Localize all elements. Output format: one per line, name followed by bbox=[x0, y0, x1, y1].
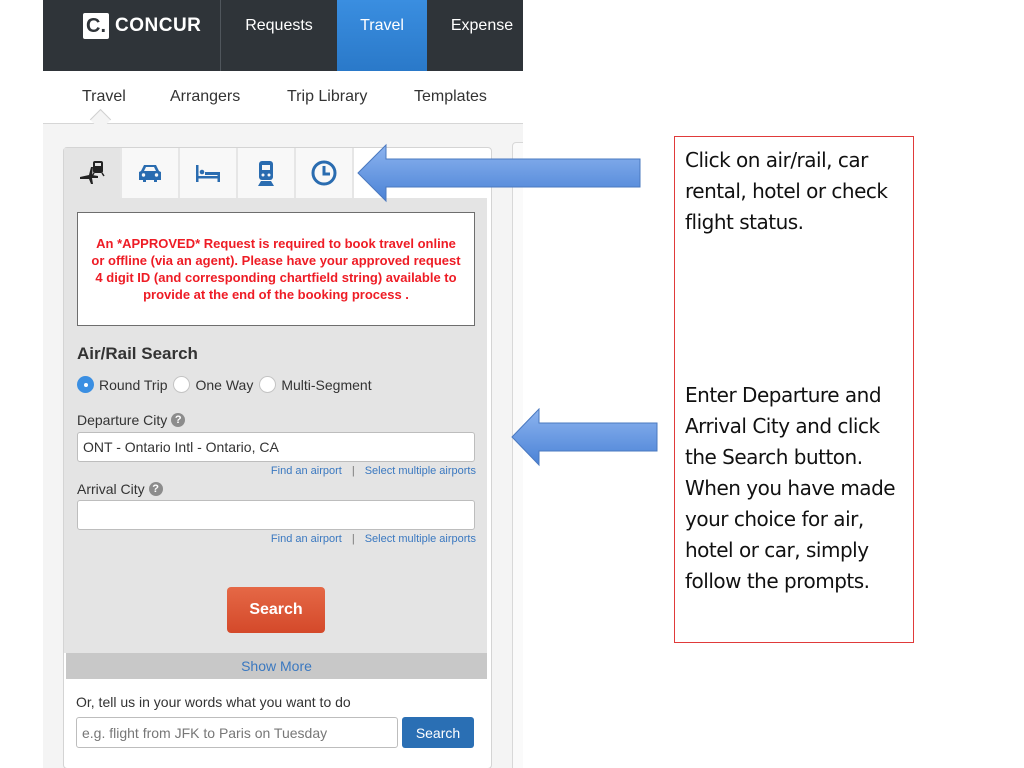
find-airport-link[interactable]: Find an airport bbox=[271, 465, 342, 477]
top-navigation-bar: C. CONCUR Requests Travel Expense bbox=[43, 0, 523, 71]
arrow-to-city-fields bbox=[511, 408, 658, 467]
radio-multi-segment[interactable] bbox=[259, 376, 277, 393]
radio-round-trip-label[interactable]: Round Trip bbox=[99, 377, 167, 393]
instruction-callout-box: Click on air/rail, car rental, hotel or … bbox=[674, 136, 914, 643]
logo-text: CONCUR bbox=[115, 15, 202, 36]
logo-mark: C. bbox=[83, 13, 109, 39]
booking-type-tabs bbox=[64, 148, 354, 198]
link-separator: | bbox=[351, 533, 355, 545]
radio-one-way[interactable] bbox=[173, 376, 191, 393]
subnav-travel[interactable]: Travel bbox=[82, 88, 126, 106]
air-rail-icon bbox=[80, 161, 105, 184]
tab-flight-status[interactable] bbox=[296, 148, 354, 198]
subnav-arrangers[interactable]: Arrangers bbox=[170, 88, 240, 106]
departure-city-label-text: Departure City bbox=[77, 412, 168, 428]
tab-rail[interactable] bbox=[238, 148, 296, 198]
air-rail-search-panel: An *APPROVED* Request is required to boo… bbox=[64, 198, 487, 653]
radio-one-way-label[interactable]: One Way bbox=[195, 377, 253, 393]
tab-hotel[interactable] bbox=[180, 148, 238, 198]
concur-screenshot: C. CONCUR Requests Travel Expense Travel… bbox=[43, 0, 523, 768]
booking-card: An *APPROVED* Request is required to boo… bbox=[63, 147, 492, 768]
show-more-link[interactable]: Show More bbox=[66, 653, 487, 679]
natural-language-search-button[interactable]: Search bbox=[402, 717, 474, 748]
departure-city-input[interactable] bbox=[77, 432, 475, 462]
sub-navigation: Travel Arrangers Trip Library Templates bbox=[43, 71, 523, 124]
subnav-templates[interactable]: Templates bbox=[414, 88, 487, 106]
train-icon bbox=[258, 161, 274, 186]
radio-multi-segment-label[interactable]: Multi-Segment bbox=[281, 377, 371, 393]
arrival-city-input[interactable] bbox=[77, 500, 475, 530]
car-icon bbox=[139, 165, 161, 182]
arrival-city-label: Arrival City ? bbox=[77, 481, 163, 497]
top-nav-requests[interactable]: Requests bbox=[221, 0, 337, 71]
callout-search-text: Enter Departure and Arrival City and cli… bbox=[685, 383, 896, 593]
concur-logo[interactable]: C. CONCUR bbox=[83, 13, 201, 39]
top-nav-expense[interactable]: Expense bbox=[427, 0, 523, 71]
subnav-trip-library[interactable]: Trip Library bbox=[287, 88, 367, 106]
arrival-airport-links: Find an airport | Select multiple airpor… bbox=[271, 533, 476, 545]
link-separator: | bbox=[351, 465, 355, 477]
departure-airport-links: Find an airport | Select multiple airpor… bbox=[271, 465, 476, 477]
arrival-city-label-text: Arrival City bbox=[77, 481, 145, 497]
clock-icon bbox=[311, 160, 337, 186]
hotel-bed-icon bbox=[196, 165, 220, 182]
help-icon[interactable]: ? bbox=[148, 482, 163, 496]
trip-type-radio-group: Round Trip One Way Multi-Segment bbox=[77, 376, 378, 393]
tab-car[interactable] bbox=[122, 148, 180, 198]
arrow-to-tabs bbox=[357, 143, 641, 203]
approval-notice: An *APPROVED* Request is required to boo… bbox=[77, 212, 475, 326]
section-title: Air/Rail Search bbox=[77, 344, 198, 363]
callout-tabs-text: Click on air/rail, car rental, hotel or … bbox=[685, 148, 888, 234]
natural-language-prompt: Or, tell us in your words what you want … bbox=[76, 694, 351, 710]
select-multiple-airports-link[interactable]: Select multiple airports bbox=[365, 533, 476, 545]
select-multiple-airports-link[interactable]: Select multiple airports bbox=[365, 465, 476, 477]
tab-air-rail[interactable] bbox=[64, 148, 122, 198]
top-nav-travel[interactable]: Travel bbox=[337, 0, 427, 71]
natural-language-input[interactable] bbox=[76, 717, 398, 748]
find-airport-link[interactable]: Find an airport bbox=[271, 533, 342, 545]
departure-city-label: Departure City ? bbox=[77, 412, 186, 428]
help-icon[interactable]: ? bbox=[171, 413, 186, 427]
search-button[interactable]: Search bbox=[227, 587, 325, 633]
radio-round-trip[interactable] bbox=[77, 376, 94, 393]
callout-spacer bbox=[685, 238, 903, 380]
